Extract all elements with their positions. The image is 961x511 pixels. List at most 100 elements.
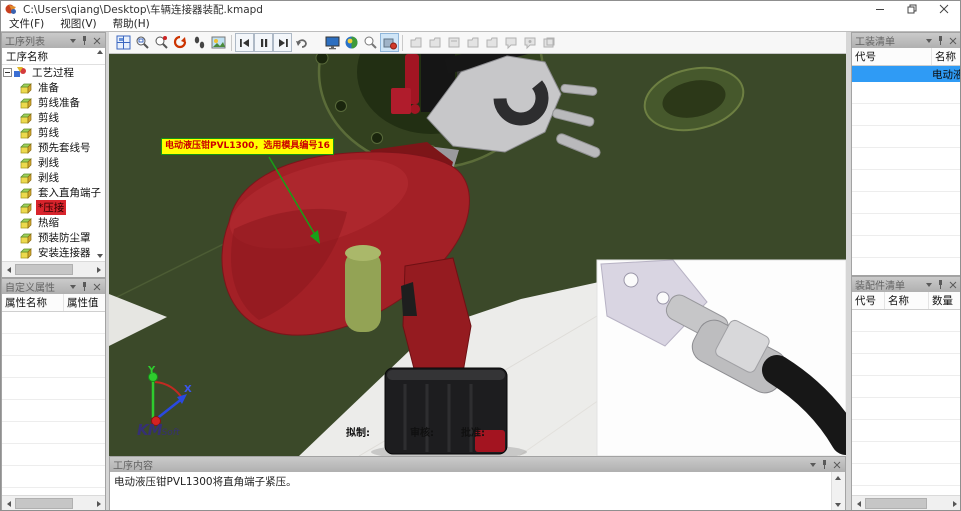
minimize-button[interactable] [864,1,896,17]
scroll-right-icon[interactable] [92,263,105,276]
restore-button[interactable] [896,1,928,17]
pin-icon[interactable] [935,279,946,290]
render-mode-icon[interactable] [342,33,361,52]
panel-menu-icon[interactable] [923,35,934,46]
process-item[interactable]: 剪线 [2,125,105,140]
assembly-list-header: 代号 名称 数量 [852,292,961,310]
pin-icon[interactable] [79,281,90,292]
process-item[interactable]: 准备 [2,80,105,95]
menu-help[interactable]: 帮助(H) [105,17,158,31]
battery-pack [385,368,507,454]
disabled-tool-icon [463,33,482,52]
scroll-up-icon[interactable] [832,472,844,484]
close-icon[interactable] [91,35,102,46]
title-bar: C:\Users\qiang\Desktop\车辆连接器装配.kmapd [1,1,960,17]
step-forward-button[interactable] [273,33,292,52]
scrollbar-thumb[interactable] [865,498,927,509]
scroll-left-icon[interactable] [2,497,15,510]
collapse-icon[interactable] [3,68,12,77]
process-step-icon [20,157,33,169]
close-icon[interactable] [947,279,958,290]
menu-file[interactable]: 文件(F) [1,17,52,31]
pin-icon[interactable] [819,459,830,470]
process-step-icon [20,247,33,259]
process-item[interactable]: 热缩 [2,215,105,230]
process-item[interactable]: 安装连接器 [2,245,105,260]
tree-root-row[interactable]: 工艺过程 [2,65,105,80]
process-content-body[interactable]: 电动液压钳PVL1300将直角端子紧压。 [110,472,845,511]
process-item[interactable]: 预先套线号 [2,140,105,155]
replay-icon[interactable] [292,33,311,52]
panel-menu-icon[interactable] [923,279,934,290]
custom-properties-panel: 自定义属性 属性名称 属性值 [1,278,106,511]
application-window: C:\Users\qiang\Desktop\车辆连接器装配.kmapd 文件(… [0,0,961,511]
scrollbar-thumb[interactable] [15,498,73,509]
disabled-tool-icon [520,33,539,52]
close-icon[interactable] [831,459,842,470]
process-list-panel: 工序列表 工序名称 工艺过程 准备 剪线准备 剪线 剪线 预先套线号 剥线 剥线… [1,32,106,278]
process-item[interactable]: 剥线 [2,170,105,185]
process-step-icon [20,127,33,139]
column-header[interactable]: 代号 [852,48,932,65]
process-item[interactable]: 剪线准备 [2,95,105,110]
zoom-window-icon[interactable] [133,33,152,52]
walk-icon[interactable] [190,33,209,52]
annotation-label[interactable]: 电动液压钳PVL1300，选用模具编号16 [161,138,334,155]
inset-photo [597,260,846,456]
scroll-left-icon[interactable] [2,263,15,276]
panel-menu-icon[interactable] [807,459,818,470]
column-header[interactable]: 属性值 [64,294,105,311]
axis-y-label: Y [147,365,156,376]
tooling-row-selected[interactable]: 电动液压钳 [852,66,961,82]
magnifier-icon[interactable] [361,33,380,52]
process-content-vscrollbar[interactable] [831,472,845,511]
process-step-icon [20,142,33,154]
process-step-icon [20,97,33,109]
column-header[interactable]: 数量 [929,292,961,309]
zoom-dynamic-icon[interactable] [152,33,171,52]
scroll-down-icon[interactable] [832,499,844,511]
orbit-icon[interactable] [171,33,190,52]
viewport-3d[interactable]: 电动液压钳PVL1300，选用模具编号16 Y X KMSoft 拟制: 审核:… [109,54,846,456]
fit-view-icon[interactable] [114,33,133,52]
monitor-icon[interactable] [323,33,342,52]
snapshot-icon[interactable] [209,33,228,52]
record-button[interactable] [380,33,399,52]
scroll-right-icon[interactable] [92,497,105,510]
close-button[interactable] [928,1,960,17]
column-header[interactable]: 名称 [885,292,929,309]
menu-bar: 文件(F) 视图(V) 帮助(H) [1,17,960,32]
process-item[interactable]: 套入直角端子 [2,185,105,200]
assembly-list-hscrollbar[interactable] [852,495,961,511]
column-header[interactable]: 代号 [852,292,885,309]
tooling-list-titlebar: 工装清单 [852,33,961,48]
pin-icon[interactable] [79,35,90,46]
disabled-tool-icon [406,33,425,52]
step-back-button[interactable] [235,33,254,52]
scroll-down-icon[interactable] [97,254,103,258]
process-item[interactable]: 预装防尘罩 [2,230,105,245]
process-item[interactable]: 剥线 [2,155,105,170]
panel-menu-icon[interactable] [67,35,78,46]
process-item-selected[interactable]: *压接 [2,200,105,215]
process-root-icon [14,67,27,79]
column-header[interactable]: 属性名称 [2,294,64,311]
menu-view[interactable]: 视图(V) [52,17,104,31]
pause-button[interactable] [254,33,273,52]
tooling-name-cell: 电动液压钳 [932,67,961,82]
signature-review: 审核: [410,424,434,439]
scroll-right-icon[interactable] [948,497,961,510]
process-item[interactable]: 剪线 [2,110,105,125]
close-icon[interactable] [91,281,102,292]
pin-icon[interactable] [935,35,946,46]
scroll-up-icon[interactable] [97,50,103,54]
custom-properties-hscrollbar[interactable] [2,495,105,511]
close-icon[interactable] [947,35,958,46]
process-list-hscrollbar[interactable] [2,261,105,277]
column-header[interactable]: 名称 [932,48,961,65]
toolbar-separator [402,35,403,51]
scroll-left-icon[interactable] [852,497,865,510]
process-content-titlebar: 工序内容 [110,457,845,472]
panel-menu-icon[interactable] [67,281,78,292]
scrollbar-thumb[interactable] [15,264,73,275]
